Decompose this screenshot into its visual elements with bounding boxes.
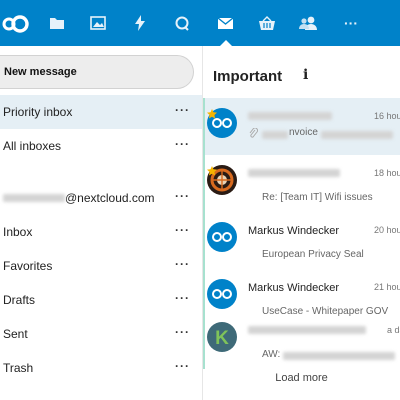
message-time: a day (387, 325, 400, 335)
message-time: 20 hours (374, 225, 400, 235)
star-icon[interactable] (207, 163, 217, 176)
message-item[interactable]: K a day AW: (203, 312, 400, 369)
message-subject: AW: (262, 349, 281, 360)
star-icon[interactable] (207, 106, 217, 119)
message-subject: Re: [Team IT] Wifi issues (262, 192, 373, 203)
important-indicator (203, 155, 205, 212)
info-icon[interactable]: i (303, 67, 308, 83)
sidebar-item-trash[interactable]: Trash ··· (0, 351, 202, 385)
message-time: 18 hours (374, 168, 400, 178)
message-item[interactable]: Markus Windecker 20 hours European Priva… (203, 212, 400, 269)
nextcloud-avatar (207, 279, 237, 309)
sidebar-item-favorites[interactable]: Favorites ··· (0, 249, 202, 283)
message-time: 21 hours (374, 282, 400, 292)
subject-redacted (321, 131, 393, 139)
subject-redacted (283, 352, 395, 360)
sidebar-item-sent[interactable]: Sent ··· (0, 317, 202, 351)
activity-icon[interactable] (129, 12, 151, 34)
sender-redacted (248, 112, 332, 120)
nextcloud-logo[interactable] (2, 10, 30, 38)
sender-name: Markus Windecker (248, 225, 340, 237)
files-icon[interactable] (46, 12, 68, 34)
more-options-icon[interactable]: ··· (175, 181, 190, 211)
more-options-icon[interactable]: ··· (175, 283, 190, 313)
sidebar-item-label: Drafts (3, 293, 36, 307)
important-indicator (203, 312, 205, 369)
sender-redacted (248, 169, 340, 177)
message-time: 16 hours (374, 111, 400, 121)
sidebar-item-account[interactable]: @nextcloud.com ··· (0, 181, 202, 215)
page-title: Important (213, 68, 283, 85)
sidebar-item-priority-inbox[interactable]: Priority inbox ··· (0, 95, 202, 129)
sidebar-item-label: Inbox (3, 225, 33, 239)
attachment-icon (249, 127, 258, 142)
more-icon[interactable]: ··· (340, 12, 362, 34)
search-icon[interactable] (171, 12, 193, 34)
sidebar-item-label: Sent (3, 327, 28, 341)
message-subject: nvoice (289, 127, 318, 138)
new-message-button[interactable]: New message (0, 55, 194, 89)
sidebar-item-label: Favorites (3, 259, 53, 273)
more-options-icon[interactable]: ··· (175, 95, 190, 125)
more-options-icon[interactable]: ··· (175, 129, 190, 159)
photos-icon[interactable] (87, 12, 109, 34)
important-indicator (203, 212, 205, 269)
k-avatar: K (207, 322, 237, 352)
message-list-panel: Important i 16 hours nvoice 18 hours Re: (203, 46, 400, 400)
svg-text:K: K (215, 328, 229, 349)
mail-icon[interactable] (214, 12, 236, 34)
top-navigation-bar: ··· (0, 0, 400, 46)
more-options-icon[interactable]: ··· (175, 351, 190, 381)
account-name-redacted (3, 194, 65, 202)
more-options-icon[interactable]: ··· (175, 249, 190, 279)
sidebar-item-label: Trash (3, 361, 34, 375)
shop-icon[interactable] (256, 12, 278, 34)
message-item[interactable]: 16 hours nvoice (203, 98, 400, 155)
contacts-icon[interactable] (297, 12, 319, 34)
sender-name: Markus Windecker (248, 282, 340, 294)
sidebar-item-drafts[interactable]: Drafts ··· (0, 283, 202, 317)
sender-redacted (248, 326, 366, 334)
message-subject: European Privacy Seal (262, 249, 364, 260)
more-options-icon[interactable]: ··· (175, 317, 190, 347)
sidebar-item-label: All inboxes (3, 139, 62, 153)
more-options-icon[interactable]: ··· (175, 215, 190, 245)
sidebar-item-inbox[interactable]: Inbox ··· (0, 215, 202, 249)
mail-sidebar: New message Priority inbox ··· All inbox… (0, 46, 203, 400)
sidebar-item-all-inboxes[interactable]: All inboxes ··· (0, 129, 202, 163)
sidebar-item-label: Priority inbox (3, 105, 73, 119)
message-item[interactable]: 18 hours Re: [Team IT] Wifi issues (203, 155, 400, 212)
load-more-button[interactable]: Load more (203, 372, 400, 384)
important-indicator (203, 98, 205, 155)
sidebar-item-label: @nextcloud.com (65, 191, 155, 205)
nextcloud-avatar (207, 222, 237, 252)
subject-redacted (262, 131, 288, 139)
